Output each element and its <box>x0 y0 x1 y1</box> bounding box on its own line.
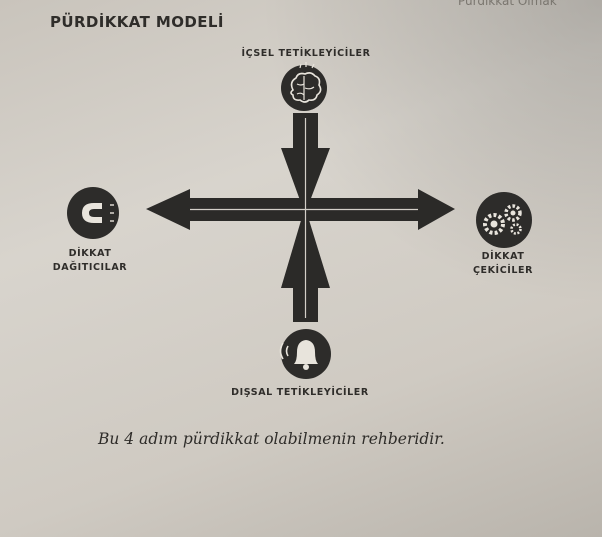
external-triggers-label: DIŞSAL TETİKLEYİCİLER <box>231 387 369 398</box>
traction-label: DİKKAT ÇEKİCİLER <box>458 250 548 278</box>
traction-label-line1: DİKKAT <box>481 251 525 262</box>
brain-icon <box>281 62 327 111</box>
magnet-icon <box>67 187 119 239</box>
distractions-label: DİKKAT DAĞITICILAR <box>40 247 140 275</box>
caption: Bu 4 adım pürdikkat olabilmenin rehberid… <box>98 430 445 448</box>
traction-label-line2: ÇEKİCİLER <box>472 265 534 276</box>
bell-icon <box>279 329 331 379</box>
distractions-label-line2: DAĞITICILAR <box>52 262 128 273</box>
gears-icon <box>476 192 532 248</box>
internal-triggers-label: İÇSEL TETİKLEYİCİLER <box>241 48 371 59</box>
distractions-label-line1: DİKKAT <box>68 248 112 259</box>
